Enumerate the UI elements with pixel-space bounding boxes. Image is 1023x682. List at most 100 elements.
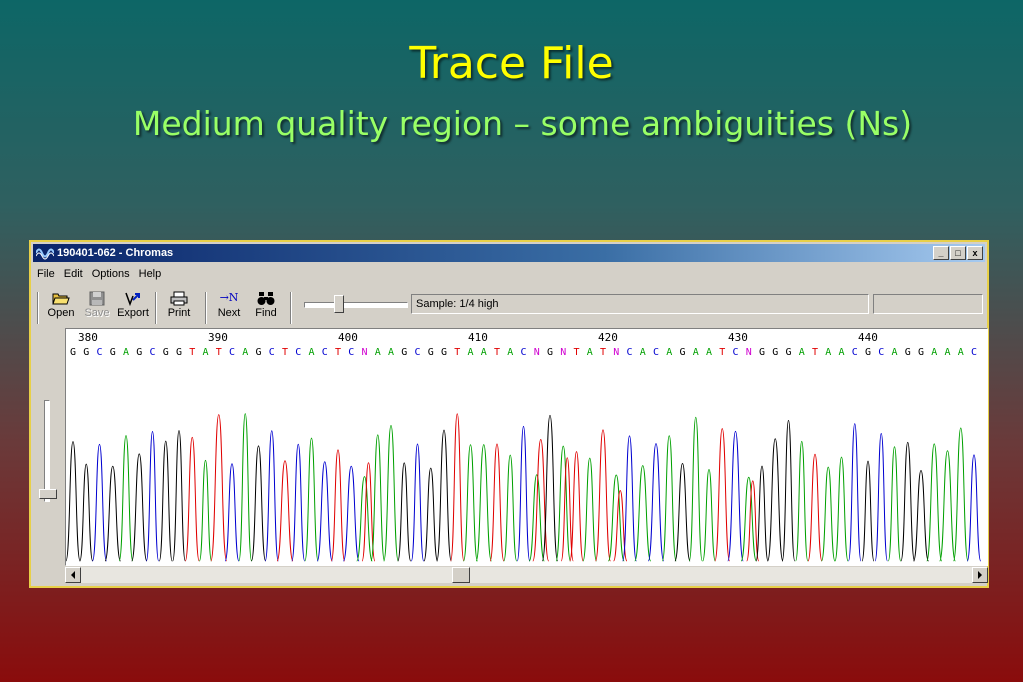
trace-peak <box>755 465 769 562</box>
base-call: A <box>666 347 672 358</box>
export-label: Export <box>117 307 149 319</box>
toolbar-grip <box>37 292 39 324</box>
menu-help[interactable]: Help <box>139 268 162 280</box>
base-call: C <box>348 347 354 358</box>
horizontal-scrollbar[interactable] <box>65 567 988 583</box>
minimize-button[interactable]: _ <box>933 246 949 260</box>
floppy-disk-icon <box>89 291 105 306</box>
next-button[interactable]: →N Next <box>211 290 247 326</box>
trace-peak <box>475 444 492 562</box>
export-arrow-icon <box>125 292 140 306</box>
toolbar-separator <box>290 292 292 324</box>
base-call: A <box>242 347 248 358</box>
maximize-button[interactable]: □ <box>950 246 966 260</box>
find-label: Find <box>255 307 277 319</box>
base-call: C <box>878 347 884 358</box>
horizontal-scale-thumb[interactable] <box>334 295 344 313</box>
export-button[interactable]: Export <box>115 290 151 326</box>
menu-options[interactable]: Options <box>92 268 130 280</box>
base-call: C <box>971 347 977 358</box>
base-call: C <box>229 347 235 358</box>
base-call: C <box>415 347 421 358</box>
base-call: A <box>640 347 646 358</box>
menu-file[interactable]: File <box>37 268 55 280</box>
trace-peak <box>158 440 173 562</box>
base-call: T <box>454 347 460 358</box>
trace-peak <box>767 438 784 562</box>
base-call: C <box>852 347 858 358</box>
toolbar-separator <box>205 292 207 324</box>
base-call: G <box>759 347 765 358</box>
trace-peak <box>91 443 108 562</box>
base-call: G <box>110 347 116 358</box>
scroll-left-button[interactable] <box>65 567 81 583</box>
base-call: T <box>600 347 606 358</box>
trace-peak <box>397 462 412 562</box>
trace-peak <box>952 427 969 562</box>
close-button[interactable]: x <box>967 246 983 260</box>
base-call: A <box>507 347 513 358</box>
vertical-scale-track[interactable] <box>44 400 50 502</box>
trace-peak <box>250 445 267 562</box>
trace-peak <box>595 429 611 562</box>
base-call: G <box>401 347 407 358</box>
chromatogram-panel[interactable]: 380 390 400 410 420 430 440 G G C G A G C G G T A T C A G C T C A… <box>65 328 988 566</box>
window-title: 190401-062 - Chromas <box>57 247 174 259</box>
position-label: 440 <box>858 331 878 344</box>
trace-peak <box>198 459 213 562</box>
base-call: T <box>574 347 580 358</box>
trace-peak <box>702 469 716 562</box>
base-call: G <box>163 347 169 358</box>
trace-peak <box>79 463 94 562</box>
trace-peak <box>634 465 652 562</box>
open-button[interactable]: Open <box>43 290 79 326</box>
print-label: Print <box>167 307 191 319</box>
base-call: G <box>680 347 686 358</box>
base-call: C <box>322 347 328 358</box>
chromas-window: 190401-062 - Chromas _ □ x File Edit Options… <box>29 240 989 588</box>
base-call: N <box>534 347 540 358</box>
base-call: T <box>494 347 500 358</box>
slide-subtitle: Medium quality region – some ambiguities… <box>132 104 913 143</box>
base-call: C <box>653 347 659 358</box>
base-call: G <box>772 347 778 358</box>
base-call: A <box>839 347 845 358</box>
trace-peak <box>66 441 81 562</box>
base-call: N <box>560 347 566 358</box>
horizontal-scale-track[interactable] <box>304 302 408 308</box>
base-call: C <box>150 347 156 358</box>
position-label: 420 <box>598 331 618 344</box>
position-label: 430 <box>728 331 748 344</box>
trace-peak <box>966 454 982 562</box>
chromas-app-icon <box>36 248 54 260</box>
menu-edit[interactable]: Edit <box>64 268 83 280</box>
find-button[interactable]: Find <box>248 290 284 326</box>
scroll-thumb[interactable] <box>452 567 470 583</box>
trace-peak <box>450 413 465 562</box>
base-call: C <box>97 347 103 358</box>
trace-peak <box>807 453 823 562</box>
trace-peak <box>238 413 253 562</box>
base-call: A <box>693 347 699 358</box>
base-call: G <box>547 347 553 358</box>
base-call: A <box>309 347 315 358</box>
trace-peak <box>541 414 559 562</box>
window-titlebar[interactable]: 190401-062 - Chromas _ □ x <box>33 244 985 262</box>
binoculars-icon <box>257 292 275 305</box>
base-call: C <box>627 347 633 358</box>
base-call: A <box>481 347 487 358</box>
base-call: A <box>587 347 593 358</box>
print-button[interactable]: Print <box>161 290 197 326</box>
next-n-icon: →N <box>219 291 239 304</box>
trace-peak <box>383 424 399 562</box>
save-button[interactable]: Save <box>79 290 115 326</box>
trace-peak <box>489 443 505 562</box>
base-call: N <box>613 347 619 358</box>
scroll-right-button[interactable] <box>972 567 988 583</box>
base-call: A <box>375 347 381 358</box>
vertical-scale-thumb[interactable] <box>39 489 57 499</box>
trace-peak <box>821 466 836 562</box>
base-call: A <box>825 347 831 358</box>
trace-peak <box>423 467 439 562</box>
base-call: A <box>892 347 898 358</box>
